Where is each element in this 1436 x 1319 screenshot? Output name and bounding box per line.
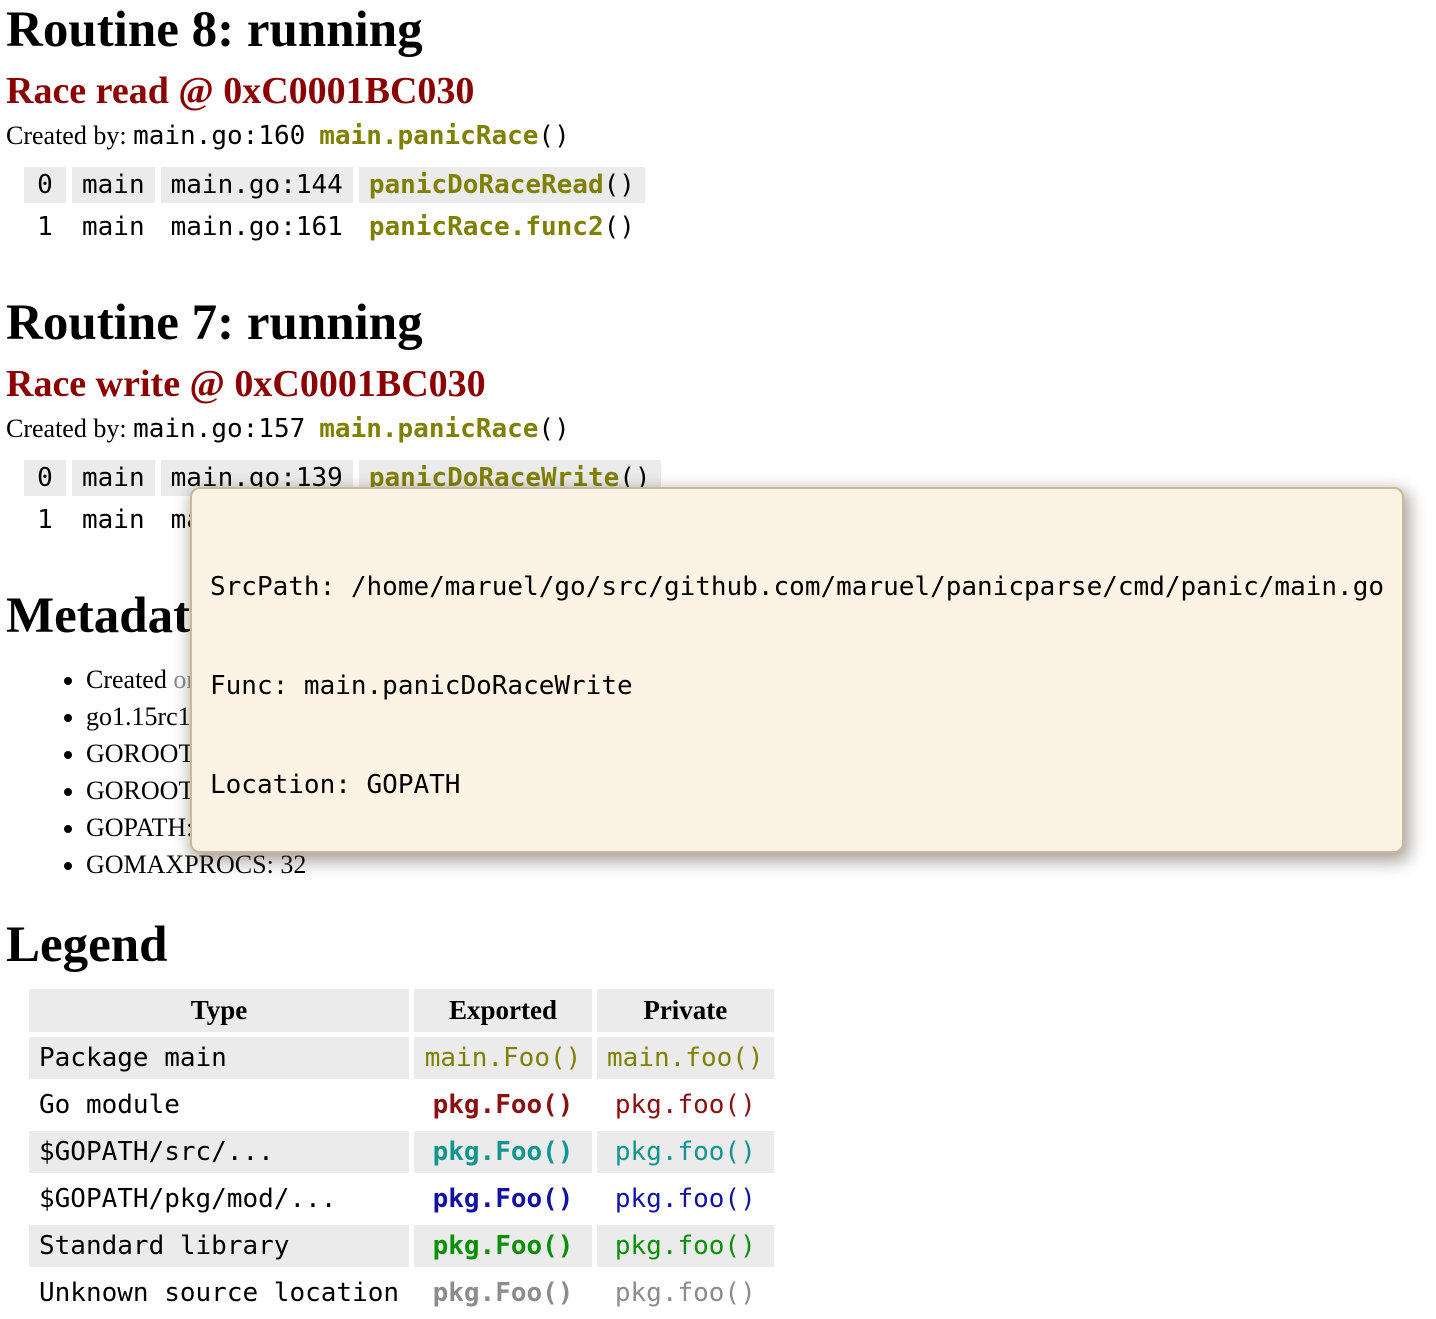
stack-frame-row: 0 main main.go:144 panicDoRaceRead(): [24, 167, 645, 203]
routine-7-race-heading: Race write @ 0xC0001BC030: [6, 364, 1436, 406]
legend-table: Type Exported Private Package main main.…: [24, 984, 779, 1319]
legend-exported-sample: pkg.Foo(): [414, 1131, 592, 1173]
call-parens: (): [604, 170, 635, 200]
frame-package: main: [72, 502, 155, 538]
frame-package: main: [72, 460, 155, 496]
created-by-label: Created by:: [6, 414, 127, 443]
legend-private-sample: pkg.foo(): [597, 1178, 774, 1220]
legend-row-gopath-src: $GOPATH/src/... pkg.Foo() pkg.foo(): [29, 1131, 774, 1173]
created-by-label: Created by:: [6, 121, 127, 150]
call-parens: (): [538, 414, 569, 444]
stack-frame-row: 1 main main.go:161 panicRace.func2(): [24, 209, 645, 245]
legend-private-sample: pkg.foo(): [597, 1272, 774, 1314]
created-by-function[interactable]: main.panicRace: [319, 121, 538, 151]
frame-source[interactable]: main.go:161: [161, 209, 353, 245]
created-by-source[interactable]: main.go:160: [133, 121, 305, 151]
legend-row-package-main: Package main main.Foo() main.foo(): [29, 1037, 774, 1079]
legend-header-exported: Exported: [414, 989, 592, 1032]
frame-function[interactable]: panicRace.func2: [369, 212, 604, 242]
tooltip-func: Func: main.panicDoRaceWrite: [210, 670, 1384, 703]
legend-row-go-module: Go module pkg.Foo() pkg.foo(): [29, 1084, 774, 1126]
frame-function[interactable]: panicDoRaceRead: [369, 170, 604, 200]
tooltip-location: Location: GOPATH: [210, 769, 1384, 802]
legend-header-private: Private: [597, 989, 774, 1032]
legend-private-sample: pkg.foo(): [597, 1131, 774, 1173]
frame-source[interactable]: main.go:144: [161, 167, 353, 203]
frame-index: 1: [24, 209, 66, 245]
call-parens: (): [604, 212, 635, 242]
legend-exported-sample: pkg.Foo(): [414, 1178, 592, 1220]
frame-index: 0: [24, 167, 66, 203]
created-by-function[interactable]: main.panicRace: [319, 414, 538, 444]
frame-index: 1: [24, 502, 66, 538]
legend-exported-sample: pkg.Foo(): [414, 1225, 592, 1267]
legend-header-type: Type: [29, 989, 409, 1032]
legend-title: Legend: [6, 917, 1436, 974]
legend-type-label: Go module: [29, 1084, 409, 1126]
routine-8-created-by: Created by: main.go:160 main.panicRace(): [6, 121, 1436, 151]
frame-package: main: [72, 167, 155, 203]
legend-type-label: Standard library: [29, 1225, 409, 1267]
legend-row-standard-library: Standard library pkg.Foo() pkg.foo(): [29, 1225, 774, 1267]
routine-8-stack-table: 0 main main.go:144 panicDoRaceRead() 1 m…: [18, 161, 651, 251]
routine-7-created-by: Created by: main.go:157 main.panicRace(): [6, 414, 1436, 444]
tooltip-srcpath: SrcPath: /home/maruel/go/src/github.com/…: [210, 571, 1384, 604]
panicparse-report-page: { "routines": [ { "title": "Routine 8: r…: [0, 0, 1436, 1232]
frame-package: main: [72, 209, 155, 245]
created-by-source[interactable]: main.go:157: [133, 414, 305, 444]
legend-type-label: $GOPATH/pkg/mod/...: [29, 1178, 409, 1220]
legend-header-row: Type Exported Private: [29, 989, 774, 1032]
routine-8-title: Routine 8: running: [6, 2, 1436, 59]
routine-8-section: Routine 8: running Race read @ 0xC0001BC…: [6, 2, 1436, 251]
legend-row-unknown-source: Unknown source location pkg.Foo() pkg.fo…: [29, 1272, 774, 1314]
frame-call: panicRace.func2(): [359, 209, 645, 245]
legend-row-gopath-pkg-mod: $GOPATH/pkg/mod/... pkg.Foo() pkg.foo(): [29, 1178, 774, 1220]
legend-type-label: $GOPATH/src/...: [29, 1131, 409, 1173]
legend-exported-sample: pkg.Foo(): [414, 1272, 592, 1314]
routine-7-title: Routine 7: running: [6, 295, 1436, 352]
function-tooltip: SrcPath: /home/maruel/go/src/github.com/…: [190, 487, 1404, 853]
legend-exported-sample: pkg.Foo(): [414, 1084, 592, 1126]
legend-exported-sample: main.Foo(): [414, 1037, 592, 1079]
routine-8-race-heading: Race read @ 0xC0001BC030: [6, 71, 1436, 113]
legend-private-sample: pkg.foo(): [597, 1225, 774, 1267]
legend-type-label: Package main: [29, 1037, 409, 1079]
call-parens: (): [538, 121, 569, 151]
legend-type-label: Unknown source location: [29, 1272, 409, 1314]
metadata-created-prefix: Created: [86, 665, 173, 694]
frame-call: panicDoRaceRead(): [359, 167, 645, 203]
frame-index: 0: [24, 460, 66, 496]
legend-private-sample: pkg.foo(): [597, 1084, 774, 1126]
legend-private-sample: main.foo(): [597, 1037, 774, 1079]
